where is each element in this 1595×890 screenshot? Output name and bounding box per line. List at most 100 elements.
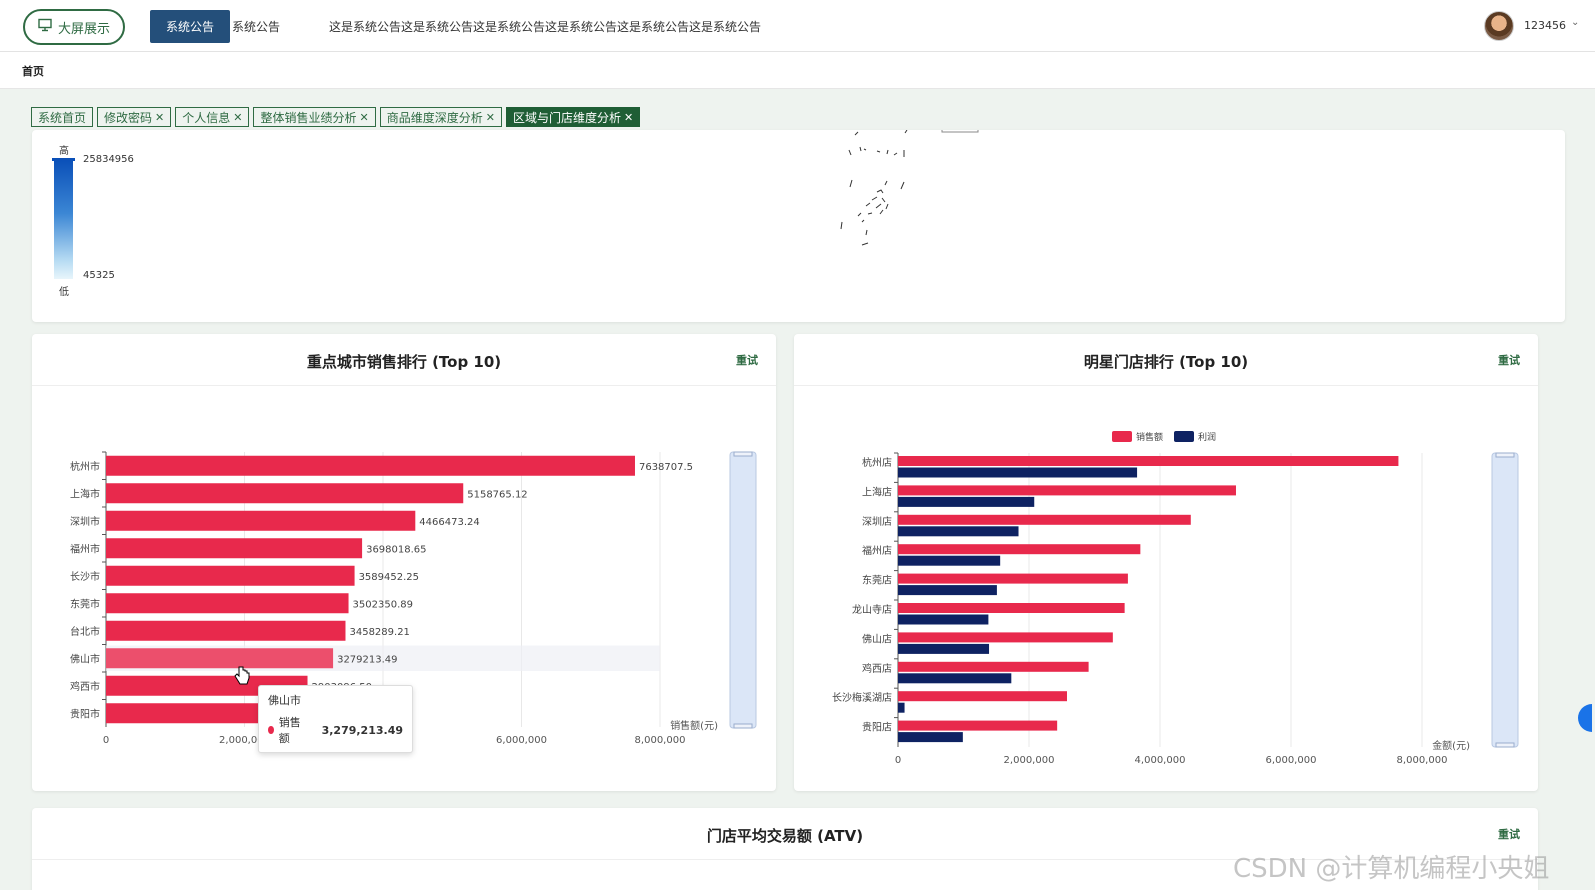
watermark: CSDN @计算机编程小央姐: [1233, 854, 1550, 884]
y-category-label: 长沙市: [70, 570, 100, 583]
city-retry-button[interactable]: 重试: [736, 352, 758, 368]
breadcrumb-bar: 首页: [0, 52, 1595, 89]
legend-label: 利润: [1198, 431, 1216, 443]
profit-bar: [898, 496, 1035, 507]
hand-cursor-icon: [234, 666, 250, 685]
datazoom-handle-top: [1495, 452, 1515, 458]
data-label: 3279213.49: [337, 654, 397, 665]
x-tick-label: 2,000,000: [1004, 755, 1055, 766]
x-tick-label: 6,000,000: [496, 735, 547, 746]
bigscreen-label: 大屏展示: [57, 21, 110, 37]
y-category-label: 佛山店: [862, 632, 892, 645]
sales-bar: [898, 573, 1128, 584]
sales-bar: [898, 691, 1067, 702]
x-tick-label: 0: [103, 735, 109, 746]
profit-bar: [898, 585, 997, 596]
x-axis-name: 销售额(元): [670, 719, 718, 732]
profit-bar: [898, 526, 1019, 537]
breadcrumb[interactable]: 首页: [22, 63, 44, 79]
city-card-title: 重点城市销售排行 (Top 10): [306, 353, 502, 371]
data-label: 3458289.21: [349, 627, 409, 638]
close-icon[interactable]: ✕: [624, 111, 633, 124]
x-axis-name: 金额(元): [1432, 739, 1470, 752]
monitor-icon: [38, 18, 52, 36]
avatar[interactable]: [1484, 11, 1514, 41]
sales-bar: [106, 593, 349, 614]
sales-bar: [898, 720, 1058, 731]
sales-bar: [106, 455, 635, 476]
tab-label: 商品维度深度分析: [386, 110, 483, 125]
y-category-label: 贵阳市: [70, 707, 100, 720]
y-category-label: 鸡西店: [862, 662, 892, 675]
tab-4[interactable]: 商品维度深度分析 ✕: [379, 107, 502, 127]
tab-label: 修改密码: [104, 110, 153, 125]
sales-bar: [898, 603, 1125, 613]
x-tick-label: 8,000,000: [635, 735, 686, 746]
profit-bar: [898, 702, 905, 713]
close-icon[interactable]: ✕: [155, 111, 164, 124]
datazoom-handle-bottom: [733, 723, 753, 729]
y-category-label: 东莞店: [862, 574, 892, 587]
username[interactable]: 123456: [1524, 19, 1566, 32]
profit-bar: [898, 673, 1012, 684]
tab-5[interactable]: 区域与门店维度分析 ✕: [505, 107, 641, 127]
y-category-label: 龙山寺店: [852, 603, 892, 616]
bigscreen-button[interactable]: 大屏展示: [23, 9, 125, 45]
tab-label: 个人信息: [182, 110, 231, 125]
y-category-label: 福州市: [70, 542, 100, 555]
data-label: 3589452.25: [359, 572, 419, 583]
notice-marquee: 这是系统公告这是系统公告这是系统公告这是系统公告这是系统公告这是系统公告: [329, 20, 762, 34]
y-category-label: 杭州店: [862, 456, 892, 469]
y-category-label: 杭州市: [70, 460, 100, 473]
top-header: 大屏展示 系统公告 系统公告 这是系统公告这是系统公告这是系统公告这是系统公告这…: [0, 0, 1595, 52]
tooltip-value: 3,279,213.49: [321, 723, 403, 737]
close-icon[interactable]: ✕: [233, 111, 242, 124]
map-islands: [840, 130, 979, 246]
tab-strip: 系统首页 修改密码 ✕ 个人信息 ✕ 整体销售业绩分析 ✕ 商品维度深度分析 ✕ 区域与门店维度分…: [31, 107, 641, 127]
atv-retry-button[interactable]: 重试: [1498, 826, 1520, 842]
y-category-label: 长沙梅溪湖店: [832, 691, 892, 704]
y-category-label: 佛山市: [70, 652, 100, 665]
tab-1[interactable]: 修改密码 ✕: [97, 107, 172, 127]
data-label: 5158765.12: [467, 489, 527, 500]
tab-2[interactable]: 个人信息 ✕: [175, 107, 250, 127]
visualmap-low-label: 低: [59, 287, 69, 298]
visualmap-gradient[interactable]: [54, 159, 73, 279]
store-card-title: 明星门店排行 (Top 10): [1083, 353, 1249, 371]
x-tick-label: 0: [895, 755, 901, 766]
sales-bar: [106, 538, 363, 559]
y-category-label: 鸡西市: [70, 680, 100, 693]
y-category-label: 上海店: [862, 485, 892, 498]
sales-bar: [106, 510, 416, 531]
sales-bar: [898, 485, 1236, 496]
close-icon[interactable]: ✕: [486, 111, 495, 124]
chevron-down-icon[interactable]: ⌄: [1571, 17, 1579, 28]
sales-bar: [898, 661, 1089, 672]
tab-label: 整体销售业绩分析: [260, 110, 357, 125]
sales-bar: [106, 565, 355, 586]
x-tick-label: 8,000,000: [1397, 755, 1448, 766]
notice-button[interactable]: 系统公告: [150, 10, 230, 43]
store-bar-chart[interactable]: 销售额 利润 0 2,000,000 4,000,000 6,000,000 8,000,0…: [794, 386, 1538, 791]
y-category-label: 深圳店: [862, 515, 892, 528]
side-scroll-handle[interactable]: [1578, 704, 1592, 732]
sales-bar: [898, 632, 1113, 643]
tab-0[interactable]: 系统首页: [31, 107, 94, 127]
profit-bar: [898, 467, 1138, 478]
visualmap-min: 45325: [83, 270, 115, 281]
store-retry-button[interactable]: 重试: [1498, 352, 1520, 368]
sales-map-card: 高 25834956 45325 低: [32, 130, 1565, 322]
legend-label: 销售额: [1136, 431, 1163, 443]
x-tick-label: 4,000,000: [1135, 755, 1186, 766]
tab-3[interactable]: 整体销售业绩分析 ✕: [253, 107, 376, 127]
visualmap-max: 25834956: [83, 154, 134, 165]
sales-bar: [106, 483, 464, 504]
visualmap-high-label: 高: [59, 146, 69, 157]
sales-bar: [898, 544, 1141, 555]
tooltip-title: 佛山市: [268, 694, 301, 707]
data-label: 4466473.24: [419, 517, 479, 528]
y-category-label: 台北市: [70, 625, 100, 638]
store-ranking-card: 明星门店排行 (Top 10) 重试 销售额 利润 0 2,000,000 4,000,…: [794, 334, 1538, 791]
y-category-label: 上海市: [70, 487, 100, 500]
close-icon[interactable]: ✕: [360, 111, 369, 124]
